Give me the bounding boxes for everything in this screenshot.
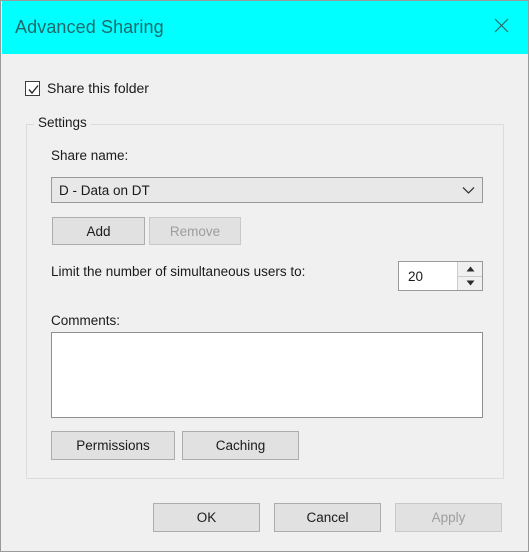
chevron-down-icon: [454, 186, 482, 195]
settings-groupbox-legend: Settings: [34, 115, 91, 130]
share-this-folder-checkbox[interactable]: Share this folder: [25, 78, 149, 98]
cancel-button[interactable]: Cancel: [274, 503, 381, 532]
comments-label: Comments:: [51, 313, 121, 328]
checkbox-box: [25, 80, 40, 96]
remove-button: Remove: [149, 217, 241, 245]
triangle-down-icon[interactable]: [458, 276, 482, 290]
limit-users-stepper[interactable]: 20: [398, 261, 483, 291]
share-name-value: D - Data on DT: [59, 182, 150, 198]
share-name-label: Share name:: [51, 148, 129, 163]
advanced-sharing-dialog: Advanced Sharing Share this folder Setti…: [0, 0, 529, 552]
triangle-up-icon[interactable]: [458, 262, 482, 277]
permissions-button[interactable]: Permissions: [51, 431, 175, 460]
close-icon[interactable]: [481, 9, 521, 41]
caching-button[interactable]: Caching: [182, 431, 299, 460]
limit-users-value[interactable]: 20: [399, 262, 457, 290]
check-icon: [28, 84, 39, 94]
window-title: Advanced Sharing: [15, 17, 164, 37]
stepper-buttons: [457, 262, 482, 290]
limit-users-label: Limit the number of simultaneous users t…: [51, 264, 306, 279]
ok-button[interactable]: OK: [153, 503, 260, 532]
apply-button: Apply: [395, 503, 502, 532]
comments-input[interactable]: [51, 332, 483, 418]
share-this-folder-label: Share this folder: [47, 80, 149, 96]
share-name-combobox[interactable]: D - Data on DT: [51, 177, 483, 203]
add-button[interactable]: Add: [52, 217, 145, 245]
title-bar: Advanced Sharing: [2, 1, 528, 54]
